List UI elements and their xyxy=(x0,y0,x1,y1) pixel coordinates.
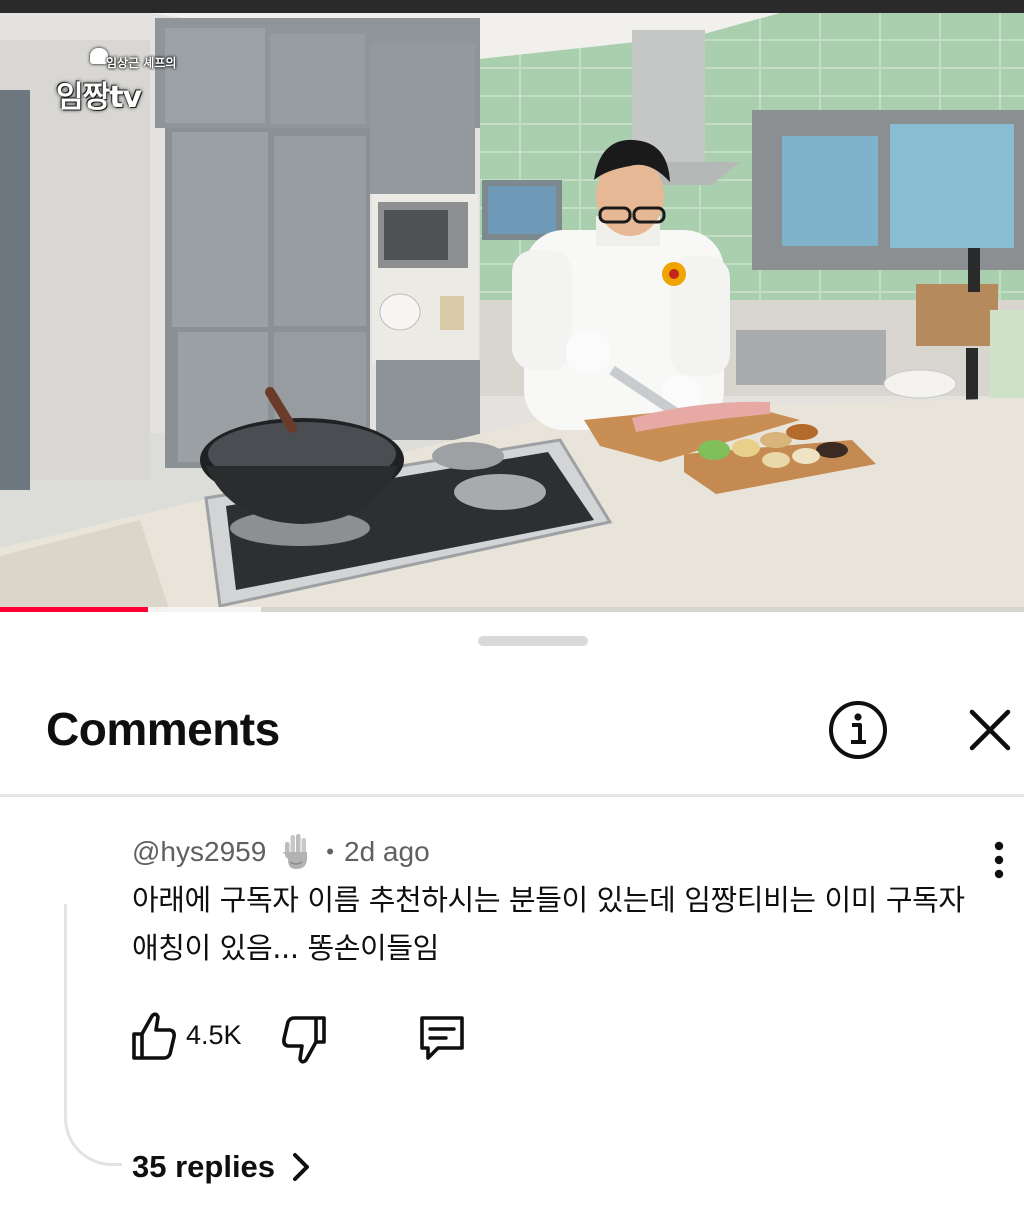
reply-button[interactable] xyxy=(416,1012,468,1066)
channel-watermark-title: 임짱tv xyxy=(56,80,142,115)
raised-hand-icon xyxy=(282,834,308,869)
comment-header: @hys2959 • 2d ago xyxy=(132,832,430,872)
like-count: 4.5K xyxy=(186,1020,242,1050)
more-vertical-icon xyxy=(994,841,1004,879)
comment-timestamp: 2d ago xyxy=(344,836,430,867)
video-progress-fill xyxy=(0,607,149,612)
meta-separator: • xyxy=(326,839,334,864)
channel-watermark-subtitle: 임상근 셰프의 xyxy=(106,56,177,70)
info-button[interactable] xyxy=(826,698,890,762)
thumbs-up-icon xyxy=(132,1012,176,1060)
view-replies-button[interactable]: 35 replies xyxy=(132,1144,313,1190)
comment-author[interactable]: @hys2959 xyxy=(132,836,266,868)
like-button[interactable] xyxy=(130,1008,178,1064)
reply-comment-icon xyxy=(420,1016,464,1060)
chevron-right-icon xyxy=(293,1153,310,1181)
comment-text: 아래에 구독자 이름 추천하시는 분들이 있는데 임짱티비는 이미 구독자 애칭… xyxy=(132,883,965,965)
video-progress-bar[interactable] xyxy=(0,607,1024,612)
dislike-button[interactable] xyxy=(280,1012,330,1068)
info-circle-icon xyxy=(829,701,887,759)
video-frame xyxy=(0,13,1024,612)
close-button[interactable] xyxy=(960,700,1020,760)
comment-more-button[interactable] xyxy=(984,838,1014,882)
video-player[interactable]: 임상근 셰프의 임짱tv xyxy=(0,0,1024,612)
header-divider xyxy=(0,794,1024,797)
video-buffer-bar xyxy=(148,607,262,612)
sheet-title: Comments xyxy=(46,703,280,755)
close-icon xyxy=(969,709,1011,751)
thumbs-down-icon xyxy=(282,1016,326,1064)
replies-count-label: 35 replies xyxy=(132,1149,276,1184)
thread-connector-line xyxy=(64,904,122,1166)
sheet-drag-handle[interactable] xyxy=(478,636,588,646)
